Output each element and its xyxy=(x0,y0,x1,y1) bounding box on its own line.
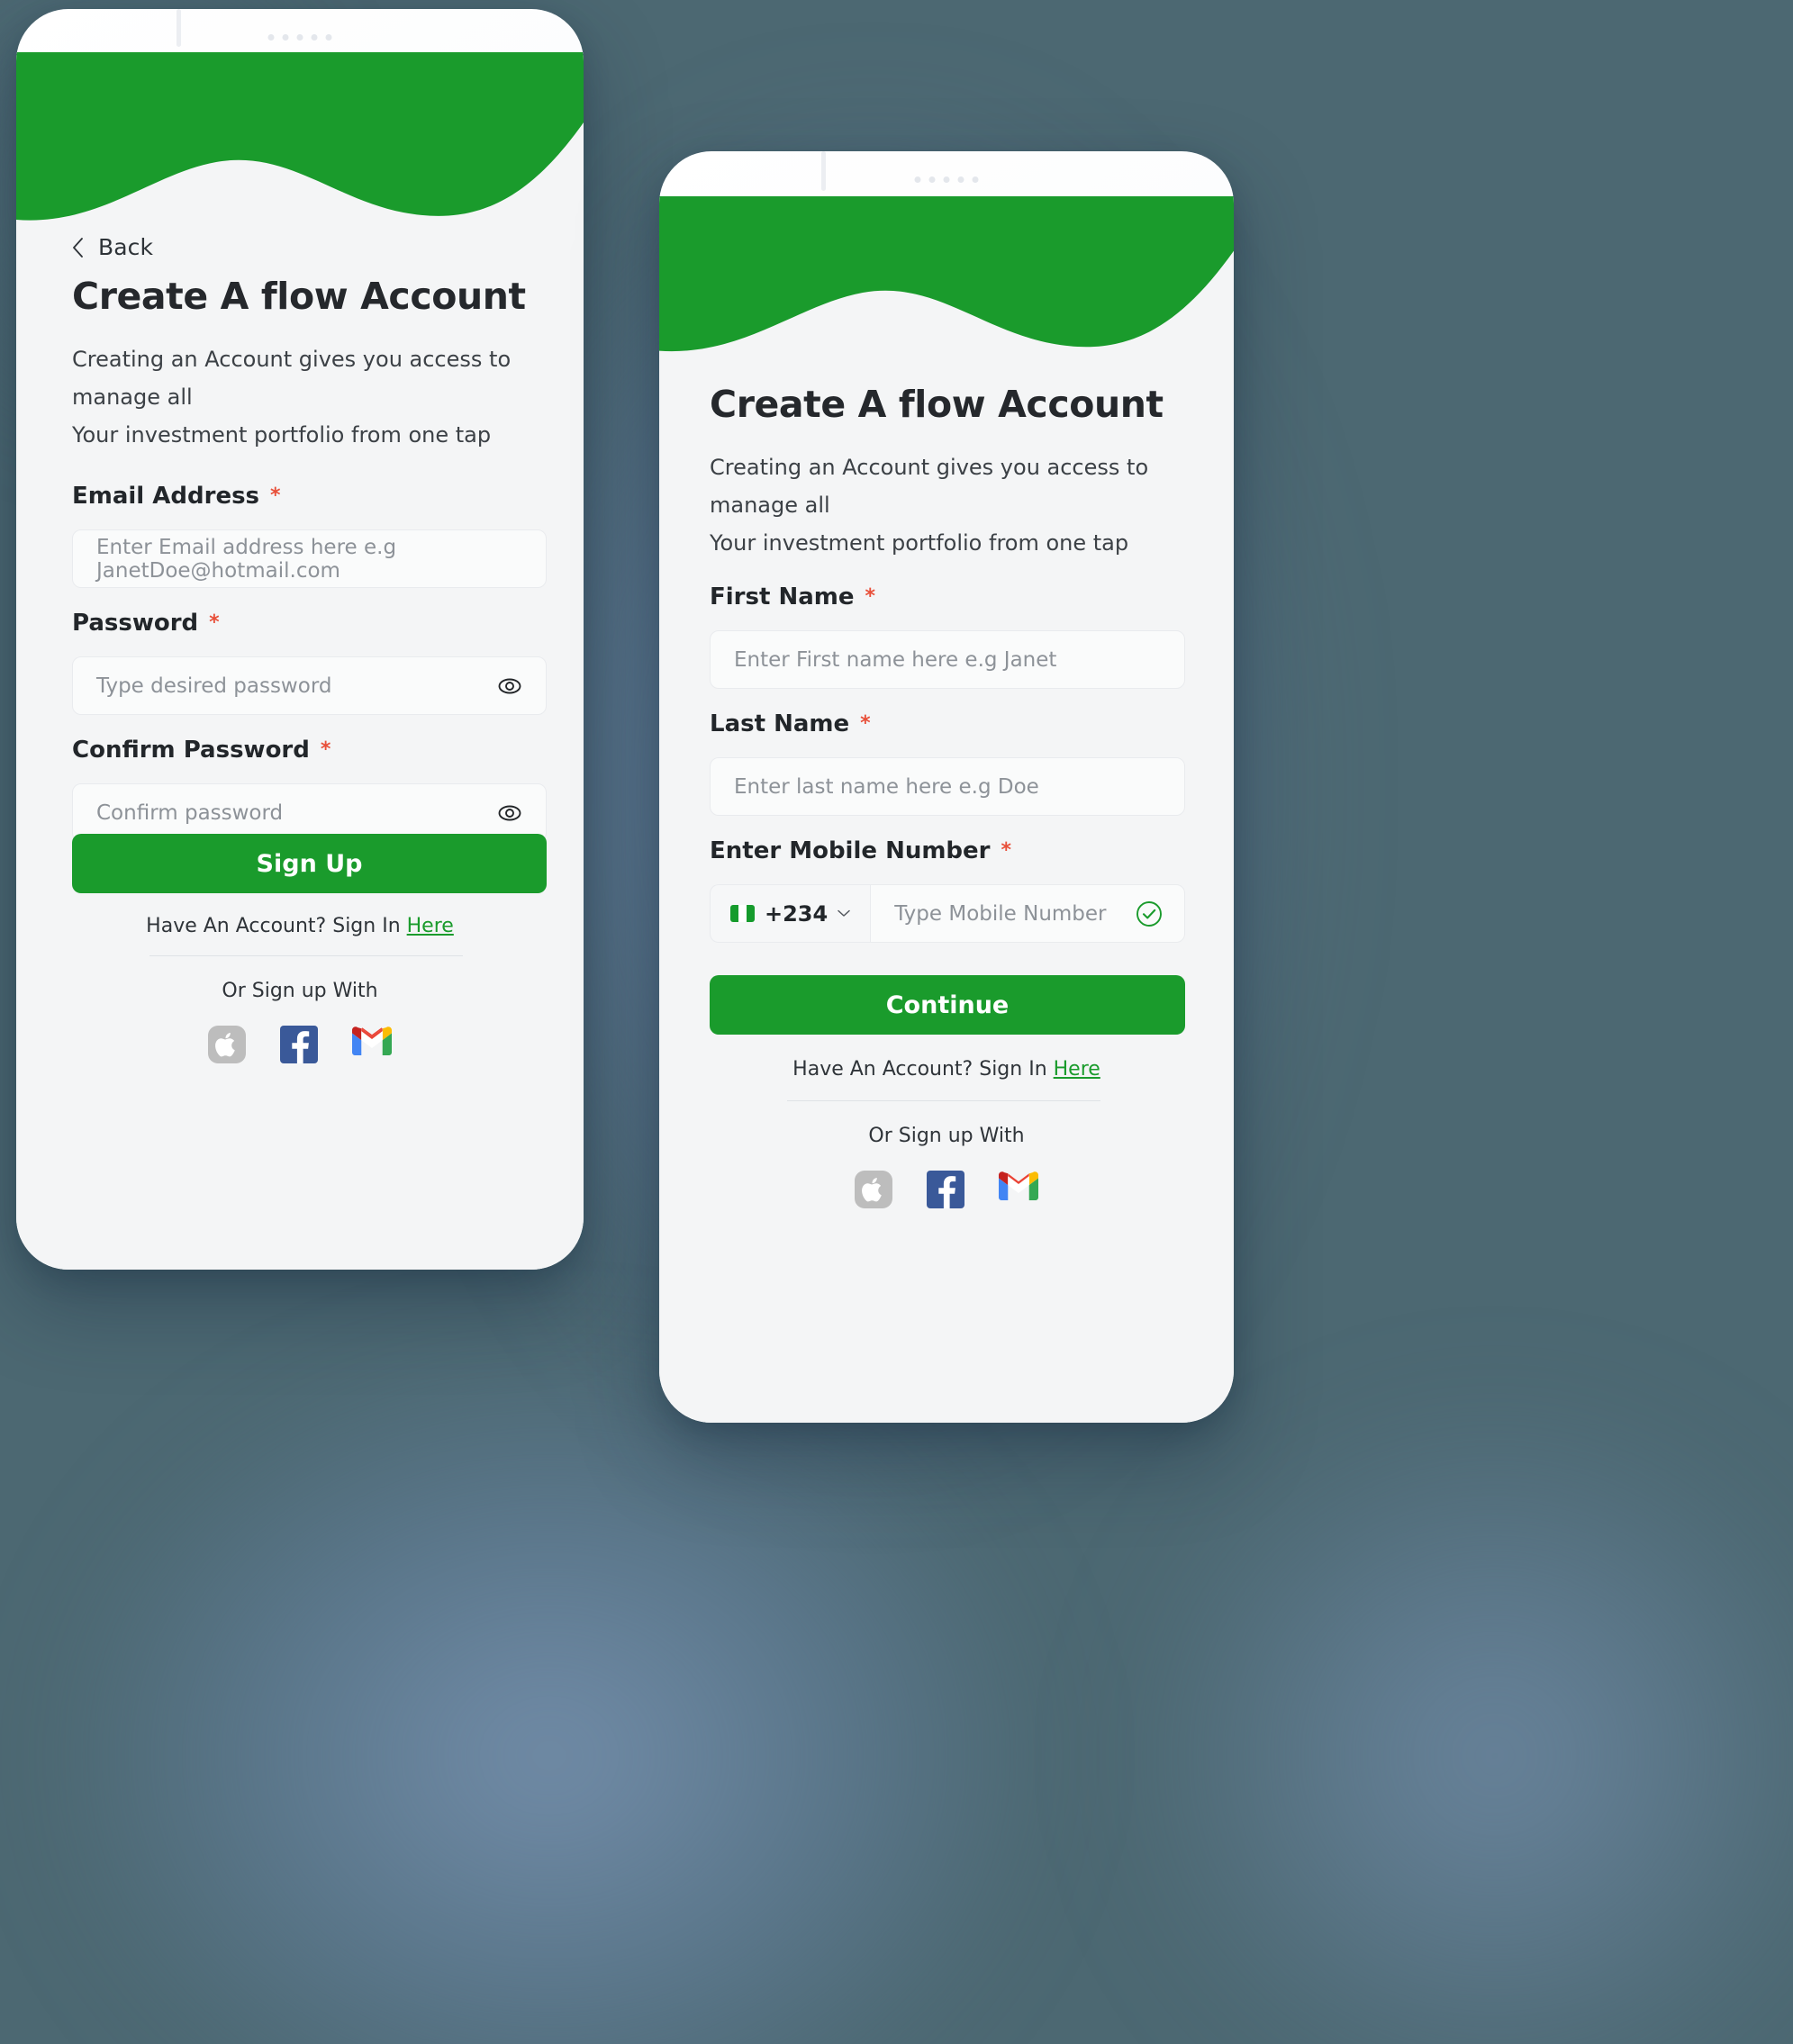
first-name-input[interactable]: Enter First name here e.g Janet xyxy=(710,630,1185,689)
page-subtitle-line2: Your investment portfolio from one tap xyxy=(710,530,1129,556)
back-button-label: Back xyxy=(98,234,154,260)
continue-button[interactable]: Continue xyxy=(710,975,1185,1035)
phone-speaker-dots xyxy=(914,176,979,183)
apple-glyph xyxy=(215,1033,235,1057)
background-glow-bottomleft xyxy=(54,1351,1045,2044)
social-login-row xyxy=(16,1026,584,1063)
signin-prompt-row: Have An Account? Sign In Here xyxy=(16,915,584,937)
page-title: Create A flow Account xyxy=(72,275,526,318)
required-marker-first-name: * xyxy=(865,585,875,608)
required-marker-password: * xyxy=(209,611,220,634)
phone-mockup-signup: Back Create A flow Account Creating an A… xyxy=(16,9,584,1270)
field-email-address: Email Address * Enter Email address here… xyxy=(72,483,547,588)
field-label-last-name: Last Name * xyxy=(710,710,1185,737)
field-last-name: Last Name * Enter last name here e.g Doe xyxy=(710,710,1185,816)
social-login-row xyxy=(659,1171,1234,1208)
field-label-last-name-text: Last Name xyxy=(710,710,850,737)
phone-sensor-notch xyxy=(821,151,826,191)
apple-icon[interactable] xyxy=(208,1026,246,1063)
field-label-confirm-password: Confirm Password * xyxy=(72,737,547,764)
signin-prompt-row: Have An Account? Sign In Here xyxy=(659,1058,1234,1081)
phone-speaker-dots xyxy=(267,34,332,41)
chevron-down-icon xyxy=(838,909,850,917)
background-glow-bottomright xyxy=(1126,1396,1793,2044)
nigeria-flag-icon xyxy=(730,905,755,922)
gmail-icon[interactable] xyxy=(999,1171,1038,1208)
eye-icon[interactable] xyxy=(497,800,522,826)
mobile-number-input-placeholder: Type Mobile Number xyxy=(894,901,1107,926)
section-divider xyxy=(787,1100,1100,1101)
facebook-glyph xyxy=(938,1176,956,1208)
facebook-icon[interactable] xyxy=(280,1026,318,1063)
gmail-icon[interactable] xyxy=(352,1026,392,1063)
required-marker-email: * xyxy=(270,484,281,507)
signin-prompt-text: Have An Account? Sign In xyxy=(146,915,407,937)
phone-mockup-details: Create A flow Account Creating an Accoun… xyxy=(659,151,1234,1423)
check-circle-icon xyxy=(1136,900,1162,927)
signup-content: Back Create A flow Account Creating an A… xyxy=(16,52,584,1270)
eye-icon[interactable] xyxy=(497,674,522,699)
field-label-password: Password * xyxy=(72,610,547,637)
sign-up-button[interactable]: Sign Up xyxy=(72,834,547,893)
signin-prompt-text: Have An Account? Sign In xyxy=(792,1058,1054,1081)
mobile-number-row: +234 Type Mobile Number xyxy=(710,884,1185,943)
or-signup-with-label: Or Sign up With xyxy=(222,980,378,1002)
last-name-input[interactable]: Enter last name here e.g Doe xyxy=(710,757,1185,816)
back-button[interactable]: Back xyxy=(72,234,153,260)
field-label-mobile-number-text: Enter Mobile Number xyxy=(710,837,991,864)
section-divider xyxy=(149,955,463,956)
or-signup-with-label: Or Sign up With xyxy=(868,1125,1025,1147)
email-input[interactable]: Enter Email address here e.g JanetDoe@ho… xyxy=(72,529,547,588)
signin-here-link[interactable]: Here xyxy=(407,915,454,937)
field-mobile-number: Enter Mobile Number * +234 Type Mobile N… xyxy=(710,837,1185,943)
signup-cta-wrap: Sign Up xyxy=(72,834,547,893)
mobile-number-input[interactable]: Type Mobile Number xyxy=(870,884,1185,943)
field-label-password-text: Password xyxy=(72,610,199,637)
facebook-icon[interactable] xyxy=(927,1171,964,1208)
field-label-confirm-password-text: Confirm Password xyxy=(72,737,310,764)
apple-icon[interactable] xyxy=(855,1171,892,1208)
field-label-first-name-text: First Name xyxy=(710,583,855,610)
gmail-glyph xyxy=(352,1027,392,1055)
field-label-first-name: First Name * xyxy=(710,583,1185,610)
screen-signup: Back Create A flow Account Creating an A… xyxy=(16,52,584,1270)
password-input[interactable]: Type desired password xyxy=(72,656,547,715)
page-subtitle-line1: Creating an Account gives you access to … xyxy=(710,455,1149,518)
page-subtitle-line1: Creating an Account gives you access to … xyxy=(72,347,512,410)
screen-personal-details: Create A flow Account Creating an Accoun… xyxy=(659,196,1234,1423)
required-marker-last-name: * xyxy=(860,712,871,735)
email-input-placeholder: Enter Email address here e.g JanetDoe@ho… xyxy=(96,535,397,583)
required-marker-confirm-password: * xyxy=(320,738,331,761)
chevron-left-icon xyxy=(73,237,83,258)
gmail-glyph xyxy=(999,1171,1038,1200)
field-first-name: First Name * Enter First name here e.g J… xyxy=(710,583,1185,689)
facebook-glyph xyxy=(292,1031,310,1063)
country-code-value: +234 xyxy=(765,900,829,927)
signin-here-link[interactable]: Here xyxy=(1054,1058,1100,1081)
phone-sensor-notch xyxy=(177,9,181,47)
details-content: Create A flow Account Creating an Accoun… xyxy=(659,196,1234,1423)
page-subtitle: Creating an Account gives you access to … xyxy=(710,448,1214,562)
page-subtitle: Creating an Account gives you access to … xyxy=(72,340,558,454)
field-confirm-password: Confirm Password * Confirm password xyxy=(72,737,547,842)
apple-glyph xyxy=(862,1178,882,1202)
first-name-input-placeholder: Enter First name here e.g Janet xyxy=(734,647,1057,672)
last-name-input-placeholder: Enter last name here e.g Doe xyxy=(734,774,1039,799)
field-label-mobile-number: Enter Mobile Number * xyxy=(710,837,1185,864)
field-label-email: Email Address * xyxy=(72,483,547,510)
confirm-password-input-placeholder: Confirm password xyxy=(96,800,284,825)
country-code-selector[interactable]: +234 xyxy=(710,884,871,943)
continue-cta-wrap: Continue xyxy=(710,975,1185,1035)
page-title: Create A flow Account xyxy=(710,383,1164,426)
page-subtitle-line2: Your investment portfolio from one tap xyxy=(72,422,492,448)
required-marker-mobile-number: * xyxy=(1001,839,1012,862)
field-password: Password * Type desired password xyxy=(72,610,547,715)
password-input-placeholder: Type desired password xyxy=(96,674,332,698)
field-label-email-text: Email Address xyxy=(72,483,260,510)
